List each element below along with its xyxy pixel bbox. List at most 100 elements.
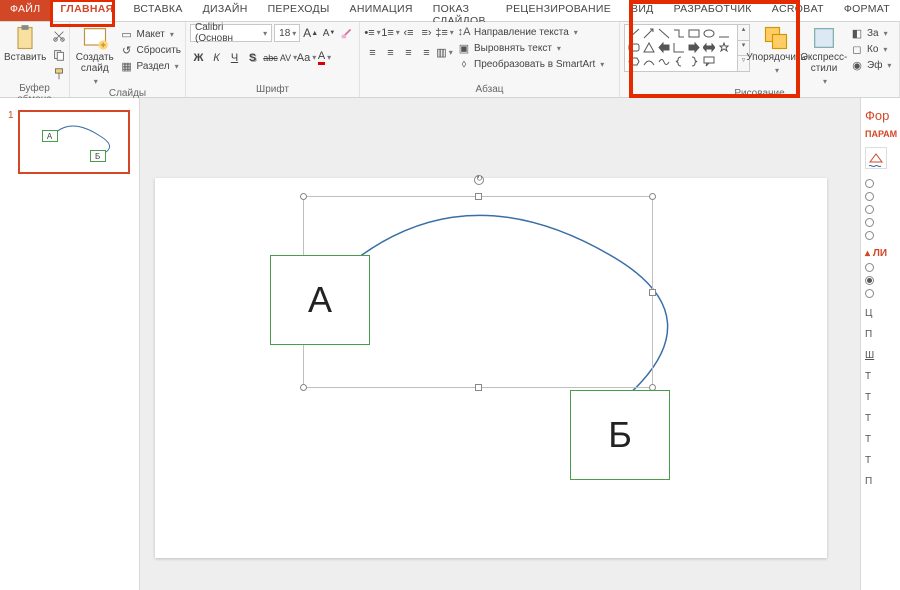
format-painter-button[interactable]	[50, 65, 67, 82]
font-name-combo[interactable]: Calibri (Основн	[190, 24, 272, 42]
shape-line2-icon[interactable]	[656, 26, 671, 40]
shape-fill-button[interactable]: ◧За	[850, 26, 891, 40]
tab-slideshow[interactable]: ПОКАЗ СЛАЙДОВ	[423, 0, 496, 21]
shape-elbow-icon[interactable]	[671, 40, 686, 54]
box-b[interactable]: Б	[570, 390, 670, 480]
pane-item-3[interactable]: Т	[865, 371, 896, 382]
cut-button[interactable]	[50, 27, 67, 44]
tab-design[interactable]: ДИЗАЙН	[193, 0, 258, 21]
radio-line-1[interactable]	[865, 263, 896, 272]
shadow-button[interactable]: S	[244, 49, 261, 66]
shape-conn-icon[interactable]	[671, 26, 686, 40]
radio-line-2[interactable]	[865, 276, 896, 285]
shape-outline-button[interactable]: ◻Ко	[850, 42, 891, 56]
columns-button[interactable]: ▥	[436, 44, 453, 61]
shape-star-icon[interactable]	[716, 40, 731, 54]
pane-item-2[interactable]: Ш	[865, 350, 896, 361]
font-size-combo[interactable]: 18	[274, 24, 300, 42]
shape-arc-icon[interactable]	[641, 54, 656, 68]
shapes-gallery[interactable]	[624, 24, 738, 72]
pane-item-0[interactable]: Ц	[865, 308, 896, 319]
align-right-button[interactable]: ≡	[400, 44, 417, 61]
case-button[interactable]: Aa	[298, 49, 315, 66]
line-section[interactable]: ▴ ЛИ	[865, 248, 896, 259]
clear-format-button[interactable]	[339, 25, 355, 42]
slide[interactable]: А Б	[155, 178, 827, 558]
font-color-button[interactable]: A	[316, 49, 333, 66]
align-center-button[interactable]: ≡	[382, 44, 399, 61]
quick-styles-button[interactable]: Экспресс-стили	[802, 24, 846, 87]
tab-developer[interactable]: РАЗРАБОТЧИК	[664, 0, 762, 21]
tab-view[interactable]: ВИД	[621, 0, 664, 21]
align-left-button[interactable]: ≡	[364, 44, 381, 61]
line-spacing-button[interactable]: ‡≡	[436, 24, 453, 41]
shape-darrow-icon[interactable]	[701, 40, 716, 54]
shape-hex-icon[interactable]	[626, 54, 641, 68]
shape-seg-icon[interactable]	[716, 26, 731, 40]
pane-item-4[interactable]: Т	[865, 392, 896, 403]
strike-button[interactable]: abc	[262, 49, 279, 66]
tab-format[interactable]: ФОРМАТ	[834, 0, 900, 21]
pane-item-6[interactable]: Т	[865, 434, 896, 445]
radio-3[interactable]	[865, 205, 896, 214]
tab-acrobat[interactable]: ACROBAT	[762, 0, 834, 21]
shape-larrow-icon[interactable]	[656, 40, 671, 54]
new-slide-button[interactable]: Создать слайд	[74, 24, 116, 87]
pane-item-1[interactable]: П	[865, 329, 896, 340]
handle-n[interactable]	[475, 193, 482, 200]
tab-transitions[interactable]: ПЕРЕХОДЫ	[258, 0, 340, 21]
slide-thumbnail-1[interactable]: А Б	[18, 110, 130, 174]
gallery-scroll[interactable]: ▴▾▿	[738, 24, 750, 72]
handle-nw[interactable]	[300, 193, 307, 200]
handle-sw[interactable]	[300, 384, 307, 391]
radio-4[interactable]	[865, 218, 896, 227]
tab-animations[interactable]: АНИМАЦИЯ	[340, 0, 423, 21]
handle-e[interactable]	[649, 289, 656, 296]
fill-line-icon[interactable]	[865, 147, 887, 169]
pane-item-8[interactable]: П	[865, 476, 896, 487]
box-a[interactable]: А	[270, 255, 370, 345]
shape-lbrace-icon[interactable]	[671, 54, 686, 68]
shape-rect-icon[interactable]	[686, 26, 701, 40]
shape-callout-icon[interactable]	[701, 54, 716, 68]
tab-home[interactable]: ГЛАВНАЯ	[50, 0, 123, 21]
radio-1[interactable]	[865, 179, 896, 188]
char-spacing-button[interactable]: AV	[280, 49, 297, 66]
grow-font-button[interactable]: A▲	[302, 25, 319, 42]
section-button[interactable]: ▦Раздел	[120, 59, 181, 73]
bullets-button[interactable]: •≡	[364, 24, 381, 41]
shape-effects-button[interactable]: ◉Эф	[850, 58, 891, 72]
radio-5[interactable]	[865, 231, 896, 240]
shape-rbrace-icon[interactable]	[686, 54, 701, 68]
handle-s[interactable]	[475, 384, 482, 391]
rotation-handle[interactable]	[474, 175, 484, 185]
canvas[interactable]: А Б	[140, 98, 900, 590]
reset-button[interactable]: ↺Сбросить	[120, 43, 181, 57]
handle-ne[interactable]	[649, 193, 656, 200]
shape-oval-icon[interactable]	[701, 26, 716, 40]
underline-button[interactable]: Ч	[226, 49, 243, 66]
tab-insert[interactable]: ВСТАВКА	[123, 0, 192, 21]
justify-button[interactable]: ≡	[418, 44, 435, 61]
dec-indent-button[interactable]: ‹≡	[400, 24, 417, 41]
shape-rrect-icon[interactable]	[626, 40, 641, 54]
arrange-button[interactable]: Упорядочить	[754, 24, 798, 76]
copy-button[interactable]	[50, 46, 67, 63]
numbering-button[interactable]: 1≡	[382, 24, 399, 41]
pane-item-5[interactable]: Т	[865, 413, 896, 424]
smartart-button[interactable]: ⬨Преобразовать в SmartArt	[457, 57, 604, 71]
shape-tri-icon[interactable]	[641, 40, 656, 54]
italic-button[interactable]: К	[208, 49, 225, 66]
radio-2[interactable]	[865, 192, 896, 201]
shape-line-icon[interactable]	[626, 26, 641, 40]
shape-arrow-icon[interactable]	[641, 26, 656, 40]
shape-wave-icon[interactable]	[656, 54, 671, 68]
paste-button[interactable]: Вставить	[4, 24, 46, 63]
tab-file[interactable]: ФАЙЛ	[0, 0, 50, 21]
inc-indent-button[interactable]: ≡›	[418, 24, 435, 41]
tab-review[interactable]: РЕЦЕНЗИРОВАНИЕ	[496, 0, 621, 21]
layout-button[interactable]: ▭Макет	[120, 27, 181, 41]
shape-rarrow-icon[interactable]	[686, 40, 701, 54]
bold-button[interactable]: Ж	[190, 49, 207, 66]
radio-line-3[interactable]	[865, 289, 896, 298]
